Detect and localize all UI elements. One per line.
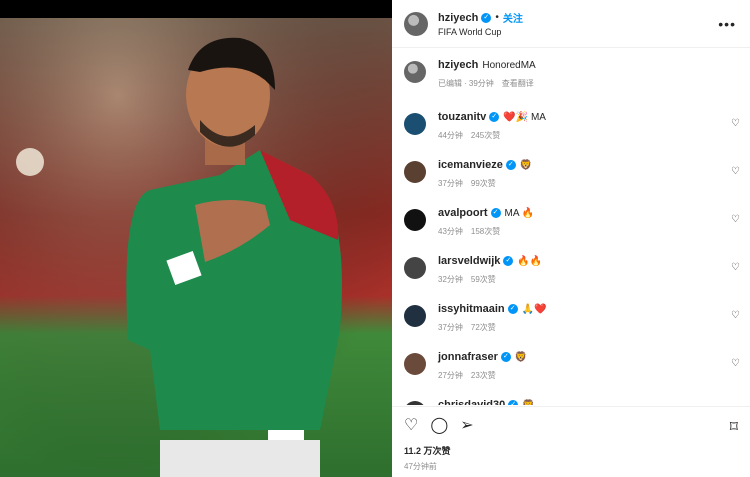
comment-text: 🦁 — [519, 159, 533, 171]
verified-icon: ✓ — [481, 12, 492, 23]
post-actions: ♡ ◯ ➢ ⌑ 11.2 万次赞 47分钟前 — [392, 406, 750, 477]
heart-icon[interactable]: ♡ — [731, 118, 740, 129]
comment-icon[interactable]: ◯ — [430, 417, 448, 435]
comment-avatar[interactable] — [404, 353, 426, 375]
comment-username[interactable]: jonnafraser — [438, 351, 498, 363]
comment-time: 27分钟 — [438, 371, 463, 380]
caption-avatar[interactable] — [404, 61, 426, 83]
comment-item: issyhitmaain ✓ 🙏❤️ 37分钟 72次赞 ♡ — [392, 293, 750, 341]
heart-icon[interactable]: ♡ — [731, 310, 740, 321]
heart-icon[interactable]: ♡ — [731, 262, 740, 273]
likes-count[interactable]: 11.2 万次赞 — [404, 444, 738, 457]
comment-avatar[interactable] — [404, 209, 426, 231]
comment-time: 44分钟 — [438, 131, 463, 140]
comment-text: ❤️🎉 MA — [503, 111, 546, 123]
comment-text: 🦁 — [522, 399, 535, 406]
translate-link[interactable]: 查看翻译 — [502, 78, 534, 89]
comment-time: 43分钟 — [438, 227, 463, 236]
comment-item: icemanvieze ✓ 🦁 37分钟 99次赞 ♡ — [392, 149, 750, 197]
comment-item: jonnafraser ✓ 🦁 27分钟 23次赞 ♡ — [392, 341, 750, 389]
post-time: 47分钟前 — [404, 462, 437, 471]
post-photo — [0, 0, 392, 477]
top-bar — [0, 0, 392, 18]
comment-likes[interactable]: 72次赞 — [471, 322, 496, 333]
comment-username[interactable]: chrisdavid30 — [438, 399, 505, 405]
post-panel: hziyech ✓ • 关注 FIFA World Cup ••• hziyec… — [392, 0, 750, 477]
comment-username[interactable]: icemanvieze — [438, 159, 503, 171]
comment-item: larsveldwijk ✓ 🔥🔥 32分钟 59次赞 ♡ — [392, 245, 750, 293]
comment-item: avalpoort ✓ MA 🔥 43分钟 158次赞 ♡ — [392, 197, 750, 245]
comment-time: 32分钟 — [438, 275, 463, 284]
share-icon[interactable]: ➢ — [460, 417, 473, 435]
comment-likes[interactable]: 245次赞 — [471, 130, 500, 141]
comment-item: touzanitv ✓ ❤️🎉 MA 44分钟 245次赞 ♡ — [392, 101, 750, 149]
heart-icon[interactable]: ♡ — [731, 214, 740, 225]
comments-list[interactable]: hziyech HonoredMA 已编辑 · 39分钟 查看翻译 touzan… — [392, 49, 750, 405]
comment-time: 37分钟 — [438, 323, 463, 332]
post-image — [0, 0, 392, 477]
heart-icon[interactable]: ♡ — [404, 417, 418, 435]
follow-button[interactable]: 关注 — [503, 10, 523, 25]
author-username[interactable]: hziyech — [438, 12, 478, 24]
caption-edited: 已编辑 — [438, 79, 462, 88]
comment-username[interactable]: larsveldwijk — [438, 255, 500, 267]
comment-avatar[interactable] — [404, 257, 426, 279]
more-icon[interactable]: ••• — [718, 16, 736, 32]
comment-text: 🔥🔥 — [517, 255, 543, 267]
comment-avatar[interactable] — [404, 113, 426, 135]
heart-icon[interactable]: ♡ — [731, 358, 740, 369]
caption-username[interactable]: hziyech — [438, 59, 478, 71]
comment-item: chrisdavid30✓🦁♡ — [392, 389, 750, 405]
post-location[interactable]: FIFA World Cup — [438, 27, 523, 37]
caption: hziyech HonoredMA 已编辑 · 39分钟 查看翻译 — [392, 49, 750, 101]
post-header: hziyech ✓ • 关注 FIFA World Cup ••• — [392, 0, 750, 48]
comment-avatar[interactable] — [404, 161, 426, 183]
comment-likes[interactable]: 23次赞 — [471, 370, 496, 381]
author-avatar[interactable] — [404, 11, 428, 36]
verified-icon: ✓ — [505, 160, 516, 170]
comment-text: 🙏❤️ — [521, 303, 547, 315]
comment-text: 🦁 — [514, 351, 528, 363]
comment-avatar[interactable] — [404, 305, 426, 327]
comment-avatar[interactable] — [404, 401, 426, 405]
verified-icon: ✓ — [490, 208, 501, 218]
comment-likes[interactable]: 99次赞 — [471, 178, 496, 189]
caption-text: HonoredMA — [482, 59, 536, 71]
comment-username[interactable]: avalpoort — [438, 207, 488, 219]
verified-icon: ✓ — [508, 400, 519, 405]
bookmark-icon[interactable]: ⌑ — [730, 417, 738, 437]
verified-icon: ✓ — [507, 304, 518, 314]
separator-dot: • — [495, 12, 499, 23]
heart-icon[interactable]: ♡ — [731, 166, 740, 177]
comment-time: 37分钟 — [438, 179, 463, 188]
verified-icon: ✓ — [489, 112, 500, 122]
caption-time: · 39分钟 — [464, 79, 494, 88]
verified-icon: ✓ — [503, 256, 514, 266]
verified-icon: ✓ — [500, 352, 511, 362]
comment-likes[interactable]: 158次赞 — [471, 226, 500, 237]
comment-likes[interactable]: 59次赞 — [471, 274, 496, 285]
comment-username[interactable]: issyhitmaain — [438, 303, 505, 315]
comment-username[interactable]: touzanitv — [438, 111, 486, 123]
comment-text: MA 🔥 — [504, 207, 535, 219]
